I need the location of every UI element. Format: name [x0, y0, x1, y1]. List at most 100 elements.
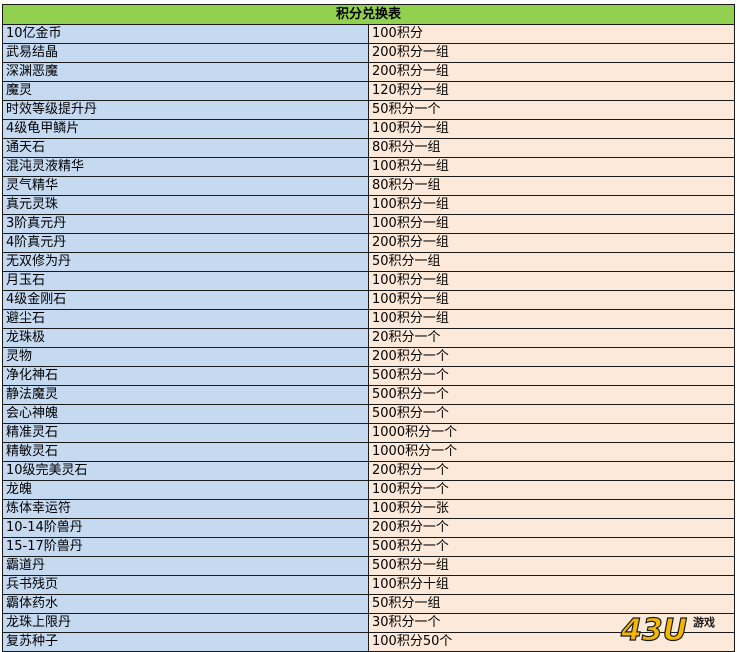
table-row: 避尘石 100积分一组	[2, 309, 735, 329]
item-points-cell: 200积分一组	[368, 233, 735, 253]
item-points-cell: 100积分一组	[368, 309, 735, 329]
table-row: 净化神石 500积分一个	[2, 366, 735, 386]
item-name-cell: 15-17阶兽丹	[2, 537, 369, 557]
item-points-cell: 20积分一个	[368, 328, 735, 348]
table-row: 静法魔灵 500积分一个	[2, 385, 735, 405]
item-name-cell: 霸道丹	[2, 556, 369, 576]
item-points-cell: 80积分一组	[368, 176, 735, 196]
item-points-cell: 100积分一组	[368, 271, 735, 291]
item-name-cell: 炼体幸运符	[2, 499, 369, 519]
item-points-cell: 120积分一组	[368, 81, 735, 101]
item-name-cell: 龙珠极	[2, 328, 369, 348]
logo-mark: 43U	[620, 613, 687, 646]
item-name-cell: 时效等级提升丹	[2, 100, 369, 120]
item-points-cell: 500积分一个	[368, 537, 735, 557]
item-points-cell: 100积分一组	[368, 119, 735, 139]
item-name-cell: 静法魔灵	[2, 385, 369, 405]
table-row: 魔灵 120积分一组	[2, 81, 735, 101]
item-name-cell: 10亿金币	[2, 24, 369, 44]
table-header-row: 积分兑换表	[2, 4, 735, 25]
table-row: 龙魄 100积分一个	[2, 480, 735, 500]
item-points-cell: 200积分一组	[368, 43, 735, 63]
item-name-cell: 魔灵	[2, 81, 369, 101]
table-row: 月玉石 100积分一组	[2, 271, 735, 291]
exchange-table: 积分兑换表 10亿金币 100积分 武易结晶 200积分一组 深渊恶魔 200积分一组 魔灵…	[2, 4, 735, 652]
item-name-cell: 10级完美灵石	[2, 461, 369, 481]
item-name-cell: 避尘石	[2, 309, 369, 329]
table-row: 通天石 80积分一组	[2, 138, 735, 158]
item-name-cell: 10-14阶兽丹	[2, 518, 369, 538]
item-name-cell: 龙珠上限丹	[2, 613, 369, 633]
table-row: 炼体幸运符 100积分一张	[2, 499, 735, 519]
item-name-cell: 月玉石	[2, 271, 369, 291]
table-row: 灵物 200积分一个	[2, 347, 735, 367]
item-name-cell: 无双修为丹	[2, 252, 369, 272]
item-name-cell: 会心神魄	[2, 404, 369, 424]
item-points-cell: 500积分一个	[368, 404, 735, 424]
item-points-cell: 200积分一组	[368, 62, 735, 82]
table-body: 10亿金币 100积分 武易结晶 200积分一组 深渊恶魔 200积分一组 魔灵 120积分一…	[2, 24, 735, 652]
item-points-cell: 50积分一组	[368, 252, 735, 272]
item-points-cell: 1000积分一个	[368, 442, 735, 462]
item-points-cell: 100积分一张	[368, 499, 735, 519]
item-points-cell: 200积分一个	[368, 518, 735, 538]
table-row: 4级龟甲鳞片 100积分一组	[2, 119, 735, 139]
item-name-cell: 兵书残页	[2, 575, 369, 595]
table-row: 15-17阶兽丹 500积分一个	[2, 537, 735, 557]
item-name-cell: 4级龟甲鳞片	[2, 119, 369, 139]
item-name-cell: 灵气精华	[2, 176, 369, 196]
table-row: 武易结晶 200积分一组	[2, 43, 735, 63]
item-name-cell: 3阶真元丹	[2, 214, 369, 234]
table-row: 兵书残页 100积分十组	[2, 575, 735, 595]
item-points-cell: 500积分一个	[368, 366, 735, 386]
table-row: 霸道丹 500积分一组	[2, 556, 735, 576]
table-row: 10-14阶兽丹 200积分一个	[2, 518, 735, 538]
item-points-cell: 100积分一组	[368, 214, 735, 234]
item-points-cell: 500积分一个	[368, 385, 735, 405]
table-row: 精准灵石 1000积分一个	[2, 423, 735, 443]
table-row: 灵气精华 80积分一组	[2, 176, 735, 196]
table-row: 4级金刚石 100积分一组	[2, 290, 735, 310]
item-name-cell: 武易结晶	[2, 43, 369, 63]
item-name-cell: 净化神石	[2, 366, 369, 386]
item-points-cell: 100积分一组	[368, 195, 735, 215]
item-points-cell: 80积分一组	[368, 138, 735, 158]
table-row: 会心神魄 500积分一个	[2, 404, 735, 424]
table-row: 混沌灵液精华 100积分一组	[2, 157, 735, 177]
43u-logo-watermark: 43U 游戏	[619, 612, 715, 646]
table-row: 无双修为丹 50积分一组	[2, 252, 735, 272]
table-title: 积分兑换表	[2, 4, 735, 25]
item-name-cell: 精敏灵石	[2, 442, 369, 462]
item-name-cell: 灵物	[2, 347, 369, 367]
item-name-cell: 真元灵珠	[2, 195, 369, 215]
item-points-cell: 200积分一个	[368, 461, 735, 481]
table-row: 4阶真元丹 200积分一组	[2, 233, 735, 253]
item-points-cell: 100积分一组	[368, 157, 735, 177]
item-name-cell: 复苏种子	[2, 632, 369, 652]
item-name-cell: 龙魄	[2, 480, 369, 500]
item-name-cell: 精准灵石	[2, 423, 369, 443]
table-row: 龙珠极 20积分一个	[2, 328, 735, 348]
item-points-cell: 50积分一个	[368, 100, 735, 120]
item-name-cell: 混沌灵液精华	[2, 157, 369, 177]
item-name-cell: 深渊恶魔	[2, 62, 369, 82]
item-points-cell: 500积分一组	[368, 556, 735, 576]
table-row: 3阶真元丹 100积分一组	[2, 214, 735, 234]
table-row: 10级完美灵石 200积分一个	[2, 461, 735, 481]
table-row: 时效等级提升丹 50积分一个	[2, 100, 735, 120]
item-points-cell: 1000积分一个	[368, 423, 735, 443]
item-points-cell: 100积分一组	[368, 290, 735, 310]
item-points-cell: 200积分一个	[368, 347, 735, 367]
item-points-cell: 100积分十组	[368, 575, 735, 595]
item-name-cell: 通天石	[2, 138, 369, 158]
table-row: 精敏灵石 1000积分一个	[2, 442, 735, 462]
table-row: 真元灵珠 100积分一组	[2, 195, 735, 215]
item-name-cell: 4级金刚石	[2, 290, 369, 310]
table-row: 深渊恶魔 200积分一组	[2, 62, 735, 82]
item-points-cell: 100积分	[368, 24, 735, 44]
logo-subtext: 游戏	[693, 615, 715, 629]
item-name-cell: 4阶真元丹	[2, 233, 369, 253]
table-row: 10亿金币 100积分	[2, 24, 735, 44]
item-points-cell: 100积分一个	[368, 480, 735, 500]
item-name-cell: 霸体药水	[2, 594, 369, 614]
